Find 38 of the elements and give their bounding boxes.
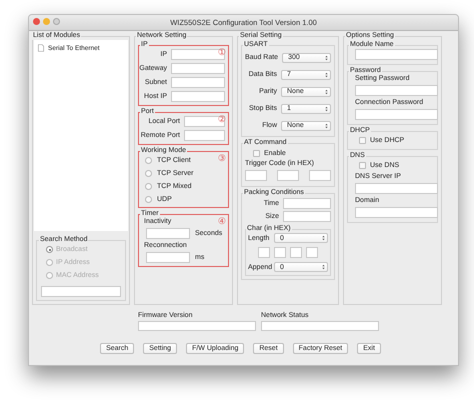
input-field[interactable] [171, 91, 225, 102]
input-field[interactable] [283, 211, 331, 222]
input-field[interactable] [171, 63, 225, 74]
input-field[interactable] [146, 228, 190, 239]
close-icon[interactable] [33, 18, 40, 25]
updown-icon [325, 88, 328, 94]
input-field[interactable] [283, 198, 331, 209]
input-field[interactable] [306, 247, 318, 258]
input-field[interactable] [171, 49, 225, 60]
input-field[interactable] [290, 247, 302, 258]
minimize-icon[interactable] [43, 18, 50, 25]
input-field[interactable] [245, 170, 267, 181]
input-field[interactable] [146, 252, 190, 263]
input-field[interactable] [309, 170, 331, 181]
input-field[interactable] [274, 247, 286, 258]
input-field[interactable] [355, 85, 438, 96]
step-number: ② [218, 115, 226, 125]
updown-icon [325, 54, 328, 60]
updown-icon [322, 235, 325, 241]
step-number: ③ [218, 154, 226, 164]
document-icon [38, 44, 44, 52]
input-field[interactable] [355, 183, 438, 194]
input-field[interactable] [171, 77, 225, 88]
input-field[interactable] [277, 170, 299, 181]
zoom-icon[interactable] [53, 18, 60, 25]
input-field[interactable] [355, 207, 438, 218]
updown-icon [325, 106, 328, 112]
input-field[interactable] [258, 247, 270, 258]
input-field[interactable] [184, 130, 225, 141]
search-field[interactable] [41, 286, 121, 297]
updown-icon [322, 264, 325, 270]
updown-icon [325, 122, 328, 128]
input-field[interactable] [184, 116, 225, 127]
input-field[interactable] [355, 109, 438, 120]
input-field[interactable] [355, 49, 438, 60]
step-number: ① [218, 48, 226, 58]
step-number: ④ [218, 217, 226, 227]
updown-icon [325, 72, 328, 78]
